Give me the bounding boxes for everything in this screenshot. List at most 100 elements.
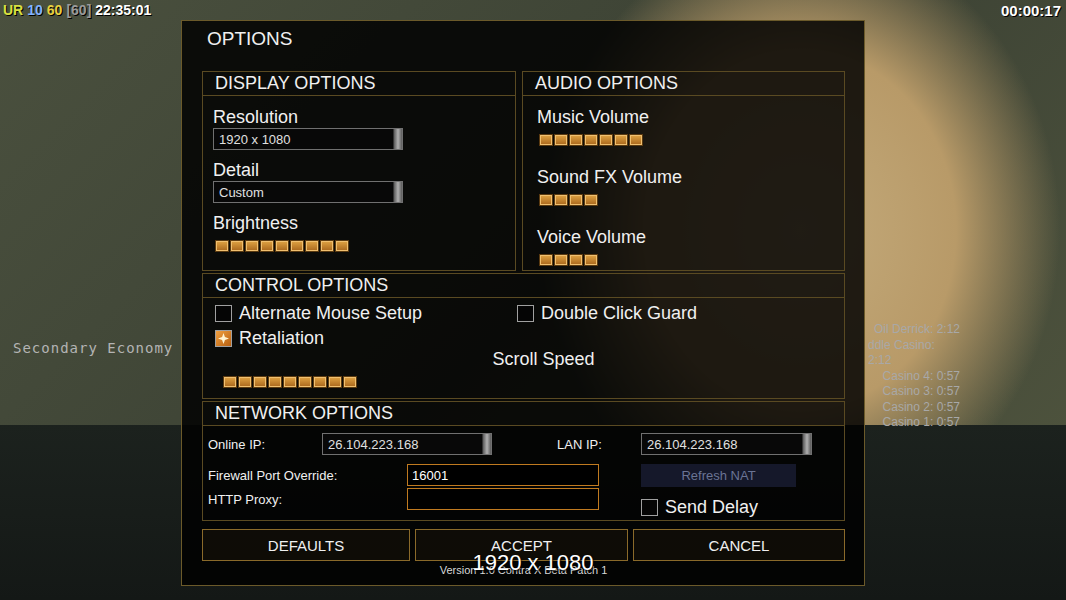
field-label: HTTP Proxy:: [208, 492, 407, 507]
slider-segment: [335, 240, 349, 252]
slider-segment: [629, 194, 643, 206]
scroll-speed-label: Scroll Speed: [203, 349, 844, 370]
option-item: DetailCustom: [213, 159, 505, 203]
dropdown[interactable]: 1920 x 1080: [213, 128, 403, 150]
http-proxy-input[interactable]: [407, 488, 599, 510]
section-body: Resolution1920 x 1080DetailCustomBrightn…: [203, 96, 515, 252]
checkbox-grid: Alternate Mouse Setup Double Click Guard R…: [203, 298, 844, 349]
control-section: CONTROL OPTIONSAlternate Mouse SetupDoub…: [202, 273, 845, 399]
slider-segment: [659, 194, 673, 206]
checkbox[interactable]: [517, 305, 534, 322]
dialog-button[interactable]: DEFAULTS: [202, 529, 410, 561]
slider-segment: [569, 194, 583, 206]
dropdown-arrow-icon[interactable]: [393, 182, 402, 202]
slider[interactable]: [213, 240, 505, 252]
top-sections: DISPLAY OPTIONSResolution1920 x 1080Deta…: [202, 71, 845, 271]
proxy-fields: Firewall Port Override:16001 HTTP Proxy:: [208, 464, 599, 518]
checkbox-label: Alternate Mouse Setup: [239, 303, 422, 324]
dropdown[interactable]: Custom: [213, 181, 403, 203]
hud-stat: [60]: [66, 2, 91, 18]
slider-segment: [674, 194, 688, 206]
dropdown-value: 26.104.223.168: [328, 437, 482, 452]
checkbox-row[interactable]: Double Click Guard: [517, 302, 844, 324]
checkbox[interactable]: [215, 305, 232, 322]
slider-segment: [328, 376, 342, 388]
checkbox-label: Double Click Guard: [541, 303, 697, 324]
slider-segment: [644, 254, 658, 266]
slider-segment: [305, 240, 319, 252]
checkbox-row[interactable]: Alternate Mouse Setup: [215, 302, 517, 324]
slider-segment: [350, 240, 364, 252]
hud-stat: UR: [3, 2, 23, 18]
slider-segment: [674, 134, 688, 146]
checkbox[interactable]: [641, 499, 658, 516]
slider-segment: [539, 254, 553, 266]
dropdown-arrow-icon[interactable]: [393, 129, 402, 149]
resolution-toast: 1920 x 1080: [0, 550, 1066, 576]
dropdown[interactable]: 26.104.223.168: [641, 433, 812, 455]
option-item: Brightness: [213, 212, 505, 252]
timer-item: Oil Derrick: 2:12: [874, 322, 960, 338]
slider-segment: [223, 376, 237, 388]
slider-segment: [614, 134, 628, 146]
timer-item: Casino 1: 0:57: [883, 415, 960, 431]
dropdown-value: 1920 x 1080: [219, 132, 393, 147]
slider-segment: [554, 134, 568, 146]
field-label: Online IP:: [208, 437, 322, 452]
slider-segment: [215, 240, 229, 252]
audio-section: AUDIO OPTIONSMusic VolumeSound FX Volume…: [522, 71, 845, 271]
timer-item: Casino 2: 0:57: [883, 400, 960, 416]
slider-segment: [230, 240, 244, 252]
dialog-button[interactable]: CANCEL: [633, 529, 845, 561]
slider-segment: [584, 254, 598, 266]
ip-row: Online IP:26.104.223.168LAN IP:26.104.22…: [203, 426, 844, 455]
field-row: Firewall Port Override:16001: [208, 464, 599, 486]
slider-segment: [599, 134, 613, 146]
timer-item: Casino 4: 0:57: [883, 369, 960, 385]
slider-segment: [268, 376, 282, 388]
slider-segment: [644, 194, 658, 206]
nat-controls: Refresh NAT Send Delay: [641, 464, 796, 518]
slider-segment: [539, 134, 553, 146]
refresh-nat-button[interactable]: Refresh NAT: [641, 464, 796, 487]
slider-segment: [599, 194, 613, 206]
network-section: NETWORK OPTIONSOnline IP:26.104.223.168L…: [202, 401, 845, 521]
slider-segment: [554, 254, 568, 266]
hud-stat: 60: [47, 2, 63, 18]
network-lower: Firewall Port Override:16001 HTTP Proxy: R…: [203, 455, 844, 518]
slider[interactable]: [203, 376, 844, 388]
slider[interactable]: [537, 254, 830, 266]
slider-segment: [569, 134, 583, 146]
hud-stats: UR1060[60]22:35:01: [3, 2, 151, 18]
dialog-title: OPTIONS: [202, 21, 845, 56]
hud-stat: 10: [27, 2, 43, 18]
dropdown-value: 26.104.223.168: [647, 437, 802, 452]
checkbox-label: Send Delay: [665, 497, 758, 518]
checkbox[interactable]: [215, 330, 232, 347]
section-title: NETWORK OPTIONS: [203, 402, 844, 426]
slider-segment: [253, 376, 267, 388]
slider-segment: [283, 376, 297, 388]
game-screen: UR1060[60]22:35:0100:00:17Secondary Econ…: [0, 0, 1066, 600]
slider-segment: [569, 254, 583, 266]
timer-list: Oil Derrick: 2:12ddle Casino: 2:12Casino…: [868, 322, 960, 431]
dropdown-arrow-icon[interactable]: [482, 434, 491, 454]
slider-segment: [343, 376, 357, 388]
slider-segment: [584, 134, 598, 146]
option-label: Voice Volume: [537, 226, 830, 248]
slider-segment: [584, 194, 598, 206]
slider-segment: [313, 376, 327, 388]
slider-segment: [238, 376, 252, 388]
slider-segment: [260, 240, 274, 252]
slider[interactable]: [537, 194, 830, 206]
option-label: Music Volume: [537, 106, 830, 128]
display-section: DISPLAY OPTIONSResolution1920 x 1080Deta…: [202, 71, 516, 271]
checkbox-row[interactable]: Retaliation: [215, 327, 517, 349]
dropdown-arrow-icon[interactable]: [802, 434, 811, 454]
checkbox-row[interactable]: Send Delay: [641, 496, 796, 518]
firewall-port-input[interactable]: 16001: [407, 464, 599, 486]
slider-segment: [629, 254, 643, 266]
option-item: Sound FX Volume: [537, 166, 830, 206]
dropdown[interactable]: 26.104.223.168: [322, 433, 492, 455]
slider[interactable]: [537, 134, 830, 146]
